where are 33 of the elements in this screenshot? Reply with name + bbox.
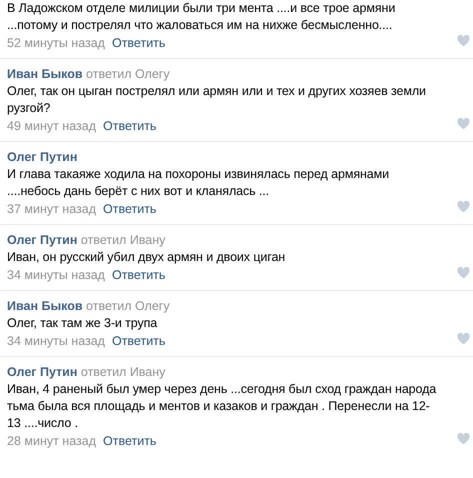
comment-text: Олег, так там же 3-и трупа [7,315,158,332]
replied-to: ответил Ивану [80,365,166,379]
comment-time: 28 минут назад [7,433,96,450]
reply-link[interactable]: Ответить [103,201,156,218]
replied-to: ответил Олегу [86,299,170,313]
comment-text: Иван, он русский убил двух армян и двоих циган [7,249,286,266]
author-name[interactable]: Олег Путин [7,233,78,247]
reply-link[interactable]: Ответить [103,118,156,135]
comment-time: 49 минут назад [7,118,96,135]
author-name[interactable]: Олег Путин [7,365,78,379]
like-icon[interactable] [457,35,470,47]
like-icon[interactable] [457,201,470,213]
author-name[interactable]: Иван Быков [7,67,83,81]
comment-text: Олег, так он цыган пострелял или армян или и тех и других хозяев земли рузгой? [7,83,427,117]
comment-time: 34 минуты назад [7,267,105,284]
like-icon[interactable] [457,333,470,345]
like-icon[interactable] [457,433,470,445]
replied-to: ответил Олегу [86,67,170,81]
like-icon[interactable] [457,118,470,130]
reply-link[interactable]: Ответить [112,35,166,52]
comment-time: 52 минуты назад [7,35,105,52]
reply-link[interactable]: Ответить [112,267,166,284]
comment-time: 34 минуты назад [7,333,105,350]
reply-link[interactable]: Ответить [112,333,166,350]
comment-text: В Ладожском отделе милиции были три мента ....и все трое армяни ...потому и пострелял что жаловаться им на нихже бесмысленно.... [7,0,396,34]
like-icon[interactable] [457,267,470,279]
replied-to: ответил Ивану [80,233,166,247]
reply-link[interactable]: Ответить [103,433,156,450]
comment-time: 37 минут назад [7,201,96,218]
author-name[interactable]: Иван Быков [7,299,83,313]
comment-text: И глава такаяже ходила на похороны извинялась перед армянами ....небось дань берёт с них вот и кланялась ... [7,166,390,200]
comment-text: Иван, 4 раненый был умер через день ...сегодня был сход граждан народа тьма была вся площадь и ментов и казаков и граждан . Перенесли на 12- 13 ....число . [7,381,438,432]
author-name[interactable]: Олег Путин [7,150,78,164]
